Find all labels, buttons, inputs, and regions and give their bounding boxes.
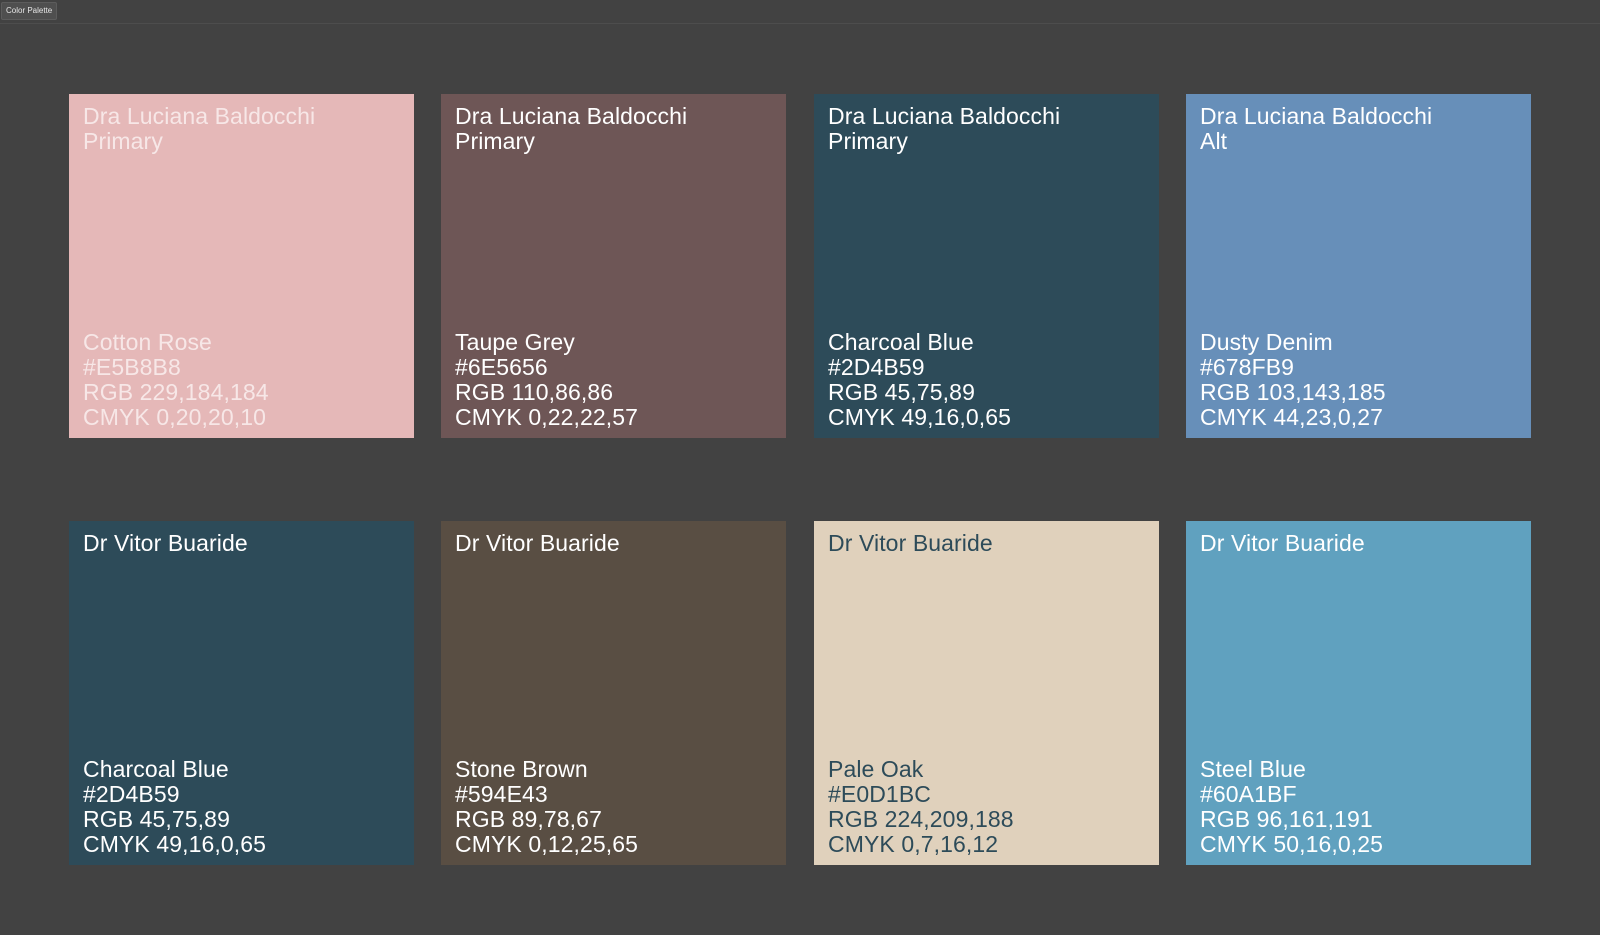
swatch-card[interactable]: Dr Vitor Buaride Stone Brown #594E43 RGB…	[441, 521, 786, 865]
swatch-card[interactable]: Dr Vitor Buaride Steel Blue #60A1BF RGB …	[1186, 521, 1531, 865]
swatch-cmyk: CMYK 0,22,22,57	[455, 404, 639, 430]
swatch-role: Primary	[455, 128, 535, 154]
swatch-header: Dr Vitor Buaride	[83, 531, 400, 556]
swatch-header: Dr Vitor Buaride	[455, 531, 772, 556]
swatch-hex: #2D4B59	[83, 781, 180, 807]
swatch-info: Dusty Denim #678FB9 RGB 103,143,185 CMYK…	[1200, 330, 1517, 430]
swatch-name: Dusty Denim	[1200, 329, 1333, 355]
swatch-info: Pale Oak #E0D1BC RGB 224,209,188 CMYK 0,…	[828, 757, 1145, 857]
swatch-info: Cotton Rose #E5B8B8 RGB 229,184,184 CMYK…	[83, 330, 400, 430]
swatch-owner: Dr Vitor Buaride	[1200, 530, 1365, 556]
swatch-info: Taupe Grey #6E5656 RGB 110,86,86 CMYK 0,…	[455, 330, 772, 430]
swatch-hex: #60A1BF	[1200, 781, 1297, 807]
swatch-rgb: RGB 110,86,86	[455, 379, 614, 405]
swatch-header: Dra Luciana Baldocchi Primary	[83, 104, 400, 154]
swatch-hex: #E0D1BC	[828, 781, 931, 807]
swatch-info: Stone Brown #594E43 RGB 89,78,67 CMYK 0,…	[455, 757, 772, 857]
swatch-cmyk: CMYK 49,16,0,65	[828, 404, 1012, 430]
swatch-rgb: RGB 45,75,89	[828, 379, 975, 405]
swatch-hex: #2D4B59	[828, 354, 925, 380]
swatch-card[interactable]: Dra Luciana Baldocchi Primary Taupe Grey…	[441, 94, 786, 438]
swatch-hex: #E5B8B8	[83, 354, 181, 380]
swatch-hex: #678FB9	[1200, 354, 1295, 380]
swatch-card[interactable]: Dra Luciana Baldocchi Alt Dusty Denim #6…	[1186, 94, 1531, 438]
swatch-info: Steel Blue #60A1BF RGB 96,161,191 CMYK 5…	[1200, 757, 1517, 857]
swatch-card[interactable]: Dr Vitor Buaride Pale Oak #E0D1BC RGB 22…	[814, 521, 1159, 865]
swatch-owner: Dr Vitor Buaride	[455, 530, 620, 556]
swatch-role: Alt	[1200, 128, 1228, 154]
tab-color-palette[interactable]: Color Palette	[1, 2, 58, 20]
swatch-name: Cotton Rose	[83, 329, 212, 355]
swatch-info: Charcoal Blue #2D4B59 RGB 45,75,89 CMYK …	[83, 757, 400, 857]
swatch-name: Charcoal Blue	[83, 756, 229, 782]
swatch-owner: Dr Vitor Buaride	[83, 530, 248, 556]
swatch-rgb: RGB 89,78,67	[455, 806, 602, 832]
swatch-header: Dra Luciana Baldocchi Primary	[828, 104, 1145, 154]
swatch-header: Dra Luciana Baldocchi Alt	[1200, 104, 1517, 154]
swatch-owner: Dra Luciana Baldocchi	[83, 103, 316, 129]
swatch-cmyk: CMYK 0,20,20,10	[83, 404, 267, 430]
title-bar: Color Palette	[0, 0, 1600, 24]
swatch-name: Taupe Grey	[455, 329, 575, 355]
swatch-owner: Dr Vitor Buaride	[828, 530, 993, 556]
swatch-header: Dr Vitor Buaride	[1200, 531, 1517, 556]
swatch-role: Primary	[828, 128, 908, 154]
swatch-name: Steel Blue	[1200, 756, 1306, 782]
swatch-card[interactable]: Dra Luciana Baldocchi Primary Charcoal B…	[814, 94, 1159, 438]
swatch-owner: Dra Luciana Baldocchi	[828, 103, 1061, 129]
swatch-rgb: RGB 96,161,191	[1200, 806, 1373, 832]
swatch-rgb: RGB 229,184,184	[83, 379, 269, 405]
swatch-rgb: RGB 224,209,188	[828, 806, 1014, 832]
swatch-cmyk: CMYK 44,23,0,27	[1200, 404, 1384, 430]
swatch-hex: #594E43	[455, 781, 548, 807]
swatch-rgb: RGB 103,143,185	[1200, 379, 1386, 405]
swatch-hex: #6E5656	[455, 354, 548, 380]
swatch-info: Charcoal Blue #2D4B59 RGB 45,75,89 CMYK …	[828, 330, 1145, 430]
swatch-header: Dr Vitor Buaride	[828, 531, 1145, 556]
swatch-name: Pale Oak	[828, 756, 924, 782]
swatch-card[interactable]: Dra Luciana Baldocchi Primary Cotton Ros…	[69, 94, 414, 438]
swatch-role: Primary	[83, 128, 163, 154]
swatch-name: Charcoal Blue	[828, 329, 974, 355]
swatch-rgb: RGB 45,75,89	[83, 806, 230, 832]
swatch-owner: Dra Luciana Baldocchi	[1200, 103, 1433, 129]
swatch-card[interactable]: Dr Vitor Buaride Charcoal Blue #2D4B59 R…	[69, 521, 414, 865]
swatch-header: Dra Luciana Baldocchi Primary	[455, 104, 772, 154]
swatch-cmyk: CMYK 50,16,0,25	[1200, 831, 1384, 857]
swatch-cmyk: CMYK 49,16,0,65	[83, 831, 267, 857]
swatch-owner: Dra Luciana Baldocchi	[455, 103, 688, 129]
swatch-name: Stone Brown	[455, 756, 588, 782]
swatch-cmyk: CMYK 0,7,16,12	[828, 831, 999, 857]
swatch-cmyk: CMYK 0,12,25,65	[455, 831, 639, 857]
